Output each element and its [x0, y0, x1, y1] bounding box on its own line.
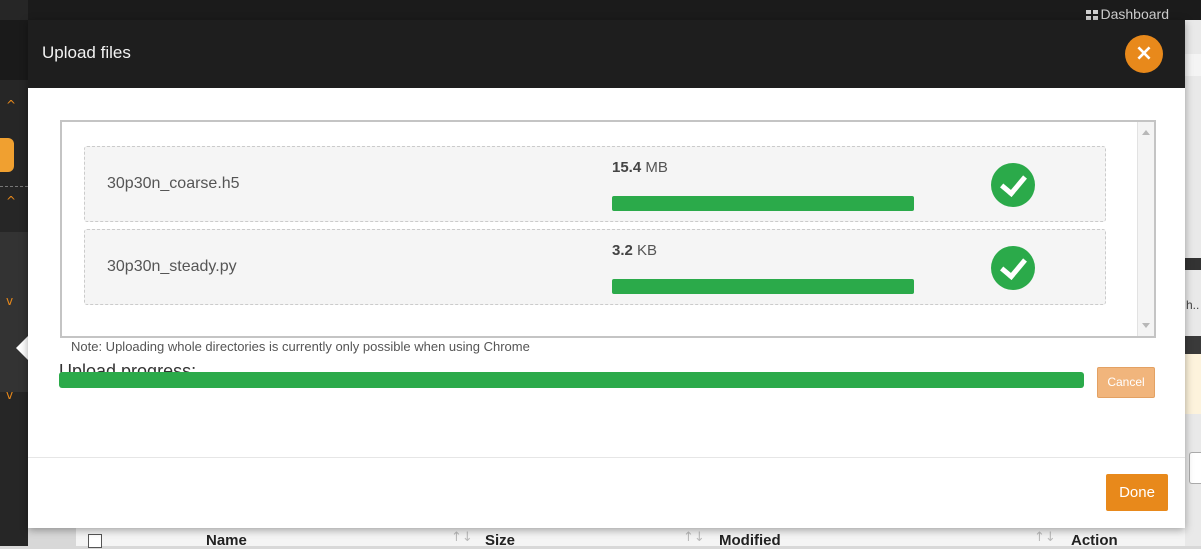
- chevron-up-icon[interactable]: ^: [6, 194, 16, 208]
- scroll-down-arrow-icon[interactable]: [1142, 323, 1150, 328]
- close-icon[interactable]: ×: [1125, 35, 1163, 73]
- file-progress-fill: [612, 196, 914, 211]
- column-name[interactable]: Name: [206, 532, 247, 549]
- file-progress-bar: [612, 196, 914, 211]
- background-top-bar: Dashboard: [28, 0, 1201, 22]
- cancel-button[interactable]: Cancel: [1097, 367, 1155, 398]
- sidebar-section: [0, 20, 28, 80]
- dialog-header: Upload files ×: [28, 20, 1185, 88]
- sort-icon[interactable]: ↑↓: [1034, 530, 1056, 545]
- sort-icon[interactable]: ↑↓: [683, 530, 705, 545]
- background-band: [1185, 258, 1201, 270]
- background-input[interactable]: [1189, 452, 1201, 484]
- grid-icon: [1085, 10, 1098, 20]
- file-table-header: Name ↑↓ Size ↑↓ Modified ↑↓ Action: [76, 528, 1185, 549]
- file-name: 30p30n_coarse.h5: [107, 175, 240, 192]
- chevron-up-icon[interactable]: ^: [6, 98, 16, 112]
- file-size: 15.4 MB: [612, 159, 668, 176]
- file-size: 3.2 KB: [612, 242, 658, 259]
- file-progress-bar: [612, 279, 914, 294]
- scroll-up-arrow-icon[interactable]: [1142, 130, 1150, 135]
- upload-progress-fill: [59, 372, 1084, 388]
- dialog-footer-divider: [28, 457, 1185, 458]
- file-item: 30p30n_steady.py 3.2 KB: [84, 229, 1106, 305]
- done-button[interactable]: Done: [1106, 474, 1168, 511]
- chevron-down-icon[interactable]: v: [6, 294, 13, 308]
- column-size[interactable]: Size: [485, 532, 515, 549]
- sidebar-active-tab[interactable]: [0, 138, 14, 172]
- file-list[interactable]: 30p30n_coarse.h5 15.4 MB 30p30n_steady.p…: [60, 120, 1156, 338]
- check-circle-icon: [991, 246, 1035, 290]
- file-progress-fill: [612, 279, 914, 294]
- column-modified[interactable]: Modified: [719, 532, 781, 549]
- sidebar-divider: [0, 186, 28, 187]
- file-item: 30p30n_coarse.h5 15.4 MB: [84, 146, 1106, 222]
- sort-icon[interactable]: ↑↓: [451, 530, 473, 545]
- chevron-down-icon[interactable]: v: [6, 388, 13, 402]
- truncated-text: h..: [1186, 298, 1200, 312]
- background-band: [1185, 354, 1201, 414]
- sidebar-section: [0, 232, 28, 392]
- column-action: Action: [1071, 532, 1118, 549]
- background-right-panel: h..: [1185, 20, 1201, 546]
- upload-note: Note: Uploading whole directories is cur…: [71, 339, 530, 354]
- upload-progress-bar: [59, 372, 1084, 388]
- file-list-scrollbar[interactable]: [1137, 122, 1154, 336]
- background-sidebar: ^ ^ v v: [0, 0, 28, 546]
- background-band: [1185, 54, 1201, 76]
- file-name: 30p30n_steady.py: [107, 258, 237, 275]
- sidebar-collapse-arrow-icon[interactable]: [16, 336, 28, 360]
- dialog-title: Upload files: [42, 43, 131, 62]
- check-circle-icon: [991, 163, 1035, 207]
- upload-files-dialog: Upload files × 30p30n_coarse.h5 15.4 MB …: [28, 20, 1185, 528]
